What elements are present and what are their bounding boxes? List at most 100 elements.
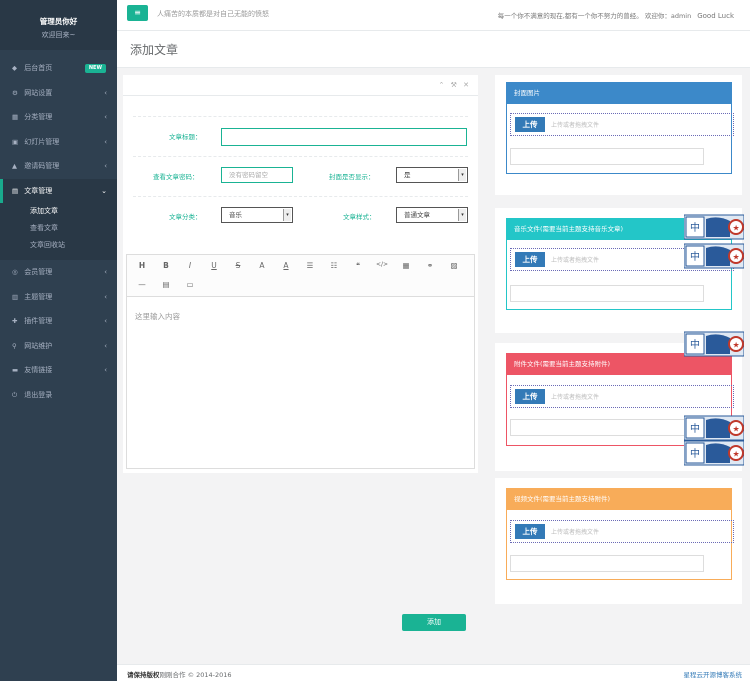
chevron-left-icon: ‹ xyxy=(104,268,107,276)
footer-link[interactable]: 星程云开源博客系统 xyxy=(684,669,743,679)
sidebar-item-label: 退出登录 xyxy=(24,390,53,399)
sticker-badge-icon: 中 ★ xyxy=(683,414,745,442)
sidebar-item-links[interactable]: ▬ 友情链接 ‹ xyxy=(0,358,117,383)
sidebar-item-logout[interactable]: ⏻ 退出登录 xyxy=(0,383,117,408)
video-dropzone[interactable]: 上传 上传或者拖拽文件 xyxy=(510,520,734,543)
rich-text-editor: H B I U S A A ☰ ☷ ❝ </> ▦ ⚭ ▨ — ▤ ▭ 这里输入… xyxy=(126,254,475,469)
music-upload-button[interactable]: 上传 xyxy=(515,252,545,267)
code-icon[interactable]: </> xyxy=(375,261,389,268)
heading-icon[interactable]: H xyxy=(135,261,149,270)
footer: 请保持版权刚刚合作 © 2014-2016 星程云开源博客系统 xyxy=(117,664,750,681)
cover-display-select[interactable]: 是 ▾ xyxy=(396,167,468,183)
underline-icon[interactable]: U xyxy=(207,261,221,270)
sidebar-item-maintenance[interactable]: ⚲ 网站维护 ‹ xyxy=(0,334,117,359)
sidebar: 管理员你好 欢迎回来~ ◆ 后台首页 NEW ⚙ 网站设置 ‹ ▦ 分类管理 ‹… xyxy=(0,0,117,681)
title-input[interactable] xyxy=(221,128,467,146)
password-label: 查看文章密码： xyxy=(153,173,199,181)
video-upload-panel: 视频文件(需要当前主题支持附件) 上传 上传或者拖拽文件 xyxy=(495,478,742,604)
align-icon[interactable]: ▤ xyxy=(159,280,173,289)
grid-icon: ▦ xyxy=(12,113,19,121)
quote-icon[interactable]: ❝ xyxy=(351,261,365,270)
welcome-area: 每一个你不满意的现在,都有一个你不努力的曾经。 欢迎你：admin Good Lu… xyxy=(498,10,734,20)
logout-icon: ⏻ xyxy=(12,390,18,399)
bookmark-icon: ▬ xyxy=(12,366,19,374)
attachment-dropzone[interactable]: 上传 上传或者拖拽文件 xyxy=(510,385,734,408)
ordered-list-icon[interactable]: ☰ xyxy=(303,261,317,270)
panel-tools-icons[interactable]: ⌃ ⚒ ✕ xyxy=(439,81,471,89)
chevron-left-icon: ‹ xyxy=(104,137,107,146)
bank-icon: ▥ xyxy=(12,292,19,301)
svg-text:★: ★ xyxy=(733,425,740,434)
sticker-text: 中 xyxy=(690,250,700,263)
cover-display-value: 是 xyxy=(404,171,411,179)
svg-text:★: ★ xyxy=(733,341,740,350)
link-icon[interactable]: ⚭ xyxy=(423,261,437,270)
sidebar-nav: ◆ 后台首页 NEW ⚙ 网站设置 ‹ ▦ 分类管理 ‹ ▣ 幻灯片管理 ‹ ▲… xyxy=(0,56,117,407)
sidebar-item-invite-codes[interactable]: ▲ 邀请码管理 ‹ xyxy=(0,154,117,179)
sticker-badge-icon: 中 ★ xyxy=(683,242,745,270)
add-article-button[interactable]: 添加 xyxy=(402,614,466,631)
sidebar-item-members[interactable]: ◎ 会员管理 ‹ xyxy=(0,260,117,285)
sidebar-item-label: 主题管理 xyxy=(24,292,53,301)
italic-icon[interactable]: I xyxy=(183,261,197,270)
sidebar-item-label: 网站维护 xyxy=(24,341,53,350)
profile-name: 管理员你好 xyxy=(39,17,78,26)
svg-text:★: ★ xyxy=(733,253,740,262)
article-form-panel: ⌃ ⚒ ✕ 文章标题： 查看文章密码： 没有密码留空 封面是否显示： 是 ▾ 文… xyxy=(123,75,478,473)
fullscreen-icon[interactable]: ▭ xyxy=(183,280,197,289)
profile: 管理员你好 欢迎回来~ xyxy=(0,0,117,50)
good-luck-link[interactable]: Good Luck xyxy=(697,12,734,20)
sidebar-item-site-settings[interactable]: ⚙ 网站设置 ‹ xyxy=(0,81,117,106)
password-input[interactable]: 没有密码留空 xyxy=(221,167,293,183)
bold-icon[interactable]: B xyxy=(159,261,173,270)
video-url-input[interactable] xyxy=(510,555,704,572)
title-row: 文章标题： xyxy=(133,116,468,156)
submenu-view-articles[interactable]: 查看文章 xyxy=(0,220,117,237)
style-select[interactable]: 普通文章 ▾ xyxy=(396,207,468,223)
svg-text:★: ★ xyxy=(733,450,740,459)
sticker-badge-icon: 中 ★ xyxy=(683,330,745,358)
attachment-url-input[interactable] xyxy=(510,419,704,436)
sticker-text: 中 xyxy=(690,422,700,435)
page-title: 添加文章 xyxy=(130,43,179,57)
sidebar-item-plugins[interactable]: ✚ 插件管理 ‹ xyxy=(0,309,117,334)
sidebar-item-slides[interactable]: ▣ 幻灯片管理 ‹ xyxy=(0,130,117,155)
cover-url-input[interactable] xyxy=(510,148,704,165)
diamond-icon: ◆ xyxy=(12,64,17,72)
video-upload-hint: 上传或者拖拽文件 xyxy=(551,529,600,536)
sidebar-item-categories[interactable]: ▦ 分类管理 ‹ xyxy=(0,105,117,130)
unordered-list-icon[interactable]: ☷ xyxy=(327,261,341,270)
sidebar-item-themes[interactable]: ▥ 主题管理 ‹ xyxy=(0,285,117,310)
image-icon[interactable]: ▨ xyxy=(447,261,461,270)
strikethrough-icon[interactable]: S xyxy=(231,261,245,270)
category-select[interactable]: 音乐 ▾ xyxy=(221,207,293,223)
submenu-add-article[interactable]: 添加文章 xyxy=(0,203,117,220)
cover-upload-button[interactable]: 上传 xyxy=(515,117,545,132)
editor-content-area[interactable]: 这里输入内容 xyxy=(127,297,474,336)
title-label: 文章标题： xyxy=(169,133,202,141)
sidebar-item-label: 文章管理 xyxy=(24,186,53,195)
font-color-icon[interactable]: A xyxy=(255,261,269,270)
table-icon[interactable]: ▦ xyxy=(399,261,413,270)
articles-submenu: 添加文章 查看文章 文章回收站 xyxy=(0,203,117,260)
sidebar-item-articles[interactable]: ▤ 文章管理 ⌄ xyxy=(0,178,117,203)
attachment-upload-button[interactable]: 上传 xyxy=(515,389,545,404)
chevron-down-icon: ⌄ xyxy=(101,186,107,195)
video-upload-button[interactable]: 上传 xyxy=(515,524,545,539)
attachment-upload-hint: 上传或者拖拽文件 xyxy=(551,394,600,401)
horizontal-rule-icon[interactable]: — xyxy=(135,280,149,289)
menu-toggle-button[interactable]: ≡ xyxy=(127,5,148,21)
image-icon: ▣ xyxy=(12,137,19,146)
chevron-left-icon: ‹ xyxy=(104,113,107,121)
submenu-recycle-bin[interactable]: 文章回收站 xyxy=(0,237,117,254)
cover-dropzone[interactable]: 上传 上传或者拖拽文件 xyxy=(510,113,734,136)
footer-bold-text: 请保持版权 xyxy=(127,671,160,679)
style-label: 文章样式： xyxy=(343,213,376,221)
chevron-left-icon: ‹ xyxy=(104,317,107,325)
sidebar-item-dashboard[interactable]: ◆ 后台首页 NEW xyxy=(0,56,117,81)
chevron-left-icon: ‹ xyxy=(104,88,107,97)
footer-text: 刚刚合作 © 2014-2016 xyxy=(159,671,232,679)
music-url-input[interactable] xyxy=(510,285,704,302)
background-color-icon[interactable]: A xyxy=(279,261,293,270)
cover-upload-hint: 上传或者拖拽文件 xyxy=(551,122,600,129)
